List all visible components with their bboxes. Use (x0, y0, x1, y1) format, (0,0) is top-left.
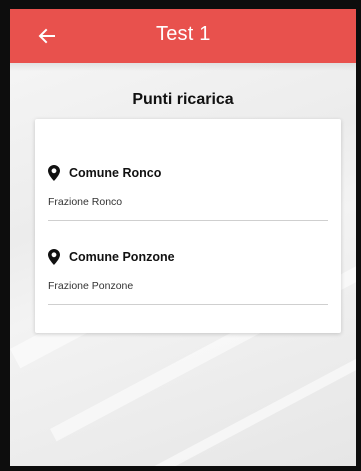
back-button[interactable] (36, 26, 58, 46)
location-item-ronco[interactable]: Comune Ronco Frazione Ronco (48, 165, 328, 221)
app-bar-shadow (10, 63, 356, 71)
divider (48, 220, 328, 221)
location-name: Comune Ronco (69, 166, 162, 180)
map-pin-icon (48, 165, 60, 181)
locations-card: Comune Ronco Frazione Ronco Comune Ponzo… (35, 119, 341, 333)
divider (48, 304, 328, 305)
location-subtitle: Frazione Ronco (48, 196, 123, 208)
map-pin-icon (48, 249, 60, 265)
app-screen: Test 1 Punti ricarica Comune Ronco Frazi… (10, 9, 356, 466)
page-title: Test 1 (156, 23, 211, 45)
app-bar: Test 1 (10, 9, 356, 63)
location-item-ponzone[interactable]: Comune Ponzone Frazione Ponzone (48, 249, 328, 305)
arrow-left-icon (38, 28, 55, 44)
section-heading: Punti ricarica (132, 91, 234, 108)
location-subtitle: Frazione Ponzone (48, 280, 134, 292)
location-name: Comune Ponzone (69, 250, 175, 264)
